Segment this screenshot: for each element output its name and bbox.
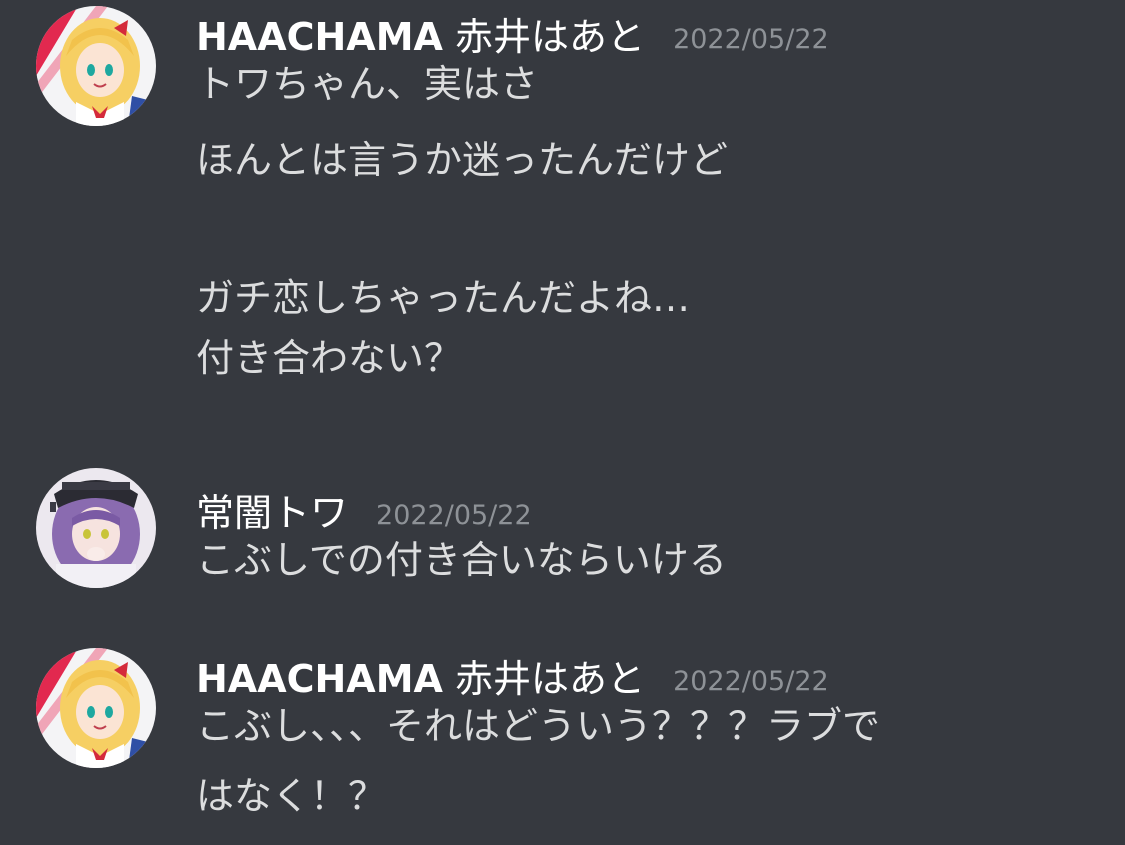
message-line: はなく！？ [196, 774, 387, 818]
avatar[interactable] [36, 6, 156, 126]
author-name-jp: 赤井はあと [455, 15, 646, 59]
message-line: ほんとは言うか迷ったんだけど [196, 138, 729, 182]
message-line: こぶしでの付き合いならいける [196, 538, 727, 582]
haachama-avatar-icon [36, 6, 156, 126]
timestamp: 2022/05/22 [673, 24, 829, 55]
author-name-jp: 常闇トワ [196, 491, 349, 535]
timestamp: 2022/05/22 [376, 500, 532, 531]
avatar[interactable] [36, 648, 156, 768]
author-name-jp: 赤井はあと [455, 657, 646, 701]
author-name[interactable]: HAACHAMA 赤井はあと [196, 656, 645, 702]
message-line: トワちゃん、実はさ [196, 62, 539, 106]
author-name-latin: HAACHAMA [196, 15, 443, 59]
timestamp: 2022/05/22 [673, 666, 829, 697]
haachama-avatar-icon [36, 648, 156, 768]
author-name[interactable]: 常闇トワ [196, 490, 348, 536]
message-line: 付き合わない？ [196, 336, 463, 380]
author-name-latin: HAACHAMA [196, 657, 443, 701]
message-line: こぶし、、、それはどういう？？？ラブで [196, 704, 881, 748]
towa-avatar-icon [36, 468, 156, 588]
message-header: HAACHAMA 赤井はあと 2022/05/22 [196, 14, 1085, 60]
message-header: 常闇トワ 2022/05/22 [196, 490, 1085, 536]
message-header: HAACHAMA 赤井はあと 2022/05/22 [196, 656, 1085, 702]
message-line: ガチ恋しちゃったんだよね… [196, 276, 691, 320]
avatar[interactable] [36, 468, 156, 588]
author-name[interactable]: HAACHAMA 赤井はあと [196, 14, 645, 60]
